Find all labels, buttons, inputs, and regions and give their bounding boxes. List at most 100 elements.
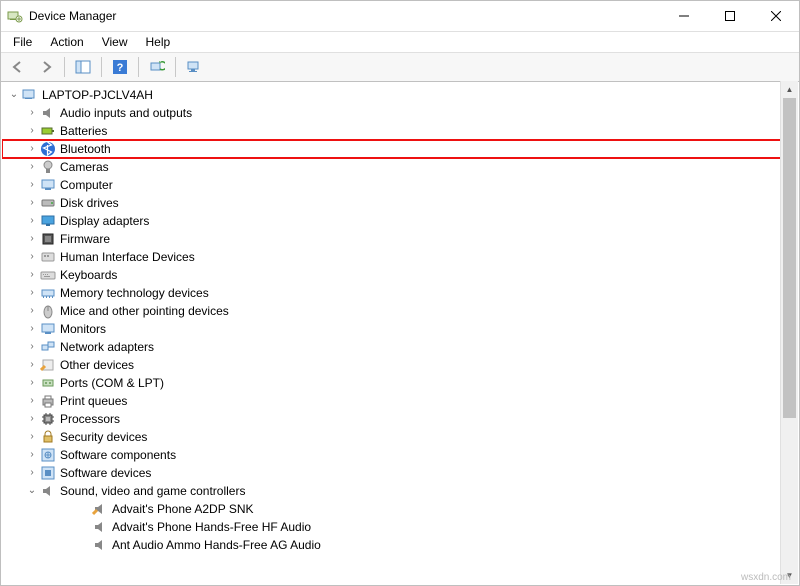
tree-item[interactable]: ›Network adapters bbox=[2, 338, 798, 356]
tree-item[interactable]: › Software devices bbox=[2, 464, 798, 482]
other-icon bbox=[40, 357, 56, 373]
tree-item[interactable]: › Cameras bbox=[2, 158, 798, 176]
tree-item[interactable]: › Print queues bbox=[2, 392, 798, 410]
tree-root-label: LAPTOP-PJCLV4AH bbox=[42, 86, 153, 104]
tree-item-label: Security devices bbox=[60, 428, 147, 446]
computer-root-icon bbox=[22, 87, 38, 103]
keyboard-icon bbox=[40, 267, 56, 283]
audio-device-icon bbox=[92, 519, 108, 535]
audio-device-icon bbox=[92, 501, 108, 517]
tree-item-label: Monitors bbox=[60, 320, 106, 338]
vertical-scrollbar[interactable]: ▲ ▼ bbox=[780, 81, 798, 584]
device-tree[interactable]: ⌄ LAPTOP-PJCLV4AH › Audio inputs and outp… bbox=[2, 82, 798, 584]
tree-item[interactable]: ›Disk drives bbox=[2, 194, 798, 212]
expand-icon[interactable]: › bbox=[26, 320, 38, 338]
tree-item[interactable]: › Bluetooth bbox=[2, 140, 798, 158]
expand-icon[interactable]: › bbox=[26, 428, 38, 446]
nav-forward-button[interactable] bbox=[33, 54, 59, 80]
menu-file[interactable]: File bbox=[5, 33, 40, 51]
tree-item[interactable]: › Audio inputs and outputs bbox=[2, 104, 798, 122]
tree-item-label: Cameras bbox=[60, 158, 109, 176]
toolbar-separator bbox=[101, 57, 102, 77]
sound-icon bbox=[40, 483, 56, 499]
tree-subitem[interactable]: Advait's Phone Hands-Free HF Audio bbox=[2, 518, 798, 536]
expand-icon[interactable]: › bbox=[26, 194, 38, 212]
tree-item[interactable]: ›Other devices bbox=[2, 356, 798, 374]
monitor-icon bbox=[40, 321, 56, 337]
tree-item[interactable]: ›Ports (COM & LPT) bbox=[2, 374, 798, 392]
tree-item[interactable]: ›Mice and other pointing devices bbox=[2, 302, 798, 320]
menu-view[interactable]: View bbox=[94, 33, 136, 51]
tree-subitem[interactable]: Advait's Phone A2DP SNK bbox=[2, 500, 798, 518]
network-icon bbox=[40, 339, 56, 355]
expand-icon[interactable]: › bbox=[26, 392, 38, 410]
scroll-track[interactable] bbox=[781, 98, 798, 567]
titlebar: Device Manager bbox=[1, 1, 799, 32]
collapse-icon[interactable]: ⌄ bbox=[26, 482, 38, 500]
device-tree-pane: ⌄ LAPTOP-PJCLV4AH › Audio inputs and outp… bbox=[2, 81, 798, 584]
close-button[interactable] bbox=[753, 1, 799, 31]
show-hide-tree-button[interactable] bbox=[70, 54, 96, 80]
tree-item-label: Bluetooth bbox=[60, 140, 111, 158]
scroll-thumb[interactable] bbox=[783, 98, 796, 418]
devices-and-printers-button[interactable] bbox=[181, 54, 207, 80]
nav-back-button[interactable] bbox=[5, 54, 31, 80]
audio-icon bbox=[40, 105, 56, 121]
expand-icon[interactable]: › bbox=[26, 104, 38, 122]
expand-icon[interactable]: › bbox=[26, 248, 38, 266]
camera-icon bbox=[40, 159, 56, 175]
tree-item[interactable]: ›Batteries bbox=[2, 122, 798, 140]
tree-item-label: Keyboards bbox=[60, 266, 117, 284]
expand-icon[interactable]: › bbox=[26, 446, 38, 464]
expand-icon[interactable]: › bbox=[26, 230, 38, 248]
tree-item[interactable]: ›Computer bbox=[2, 176, 798, 194]
tree-item-sound[interactable]: ⌄ Sound, video and game controllers bbox=[2, 482, 798, 500]
expand-icon[interactable]: › bbox=[26, 212, 38, 230]
tree-item-label: Sound, video and game controllers bbox=[60, 482, 245, 500]
minimize-button[interactable] bbox=[661, 1, 707, 31]
tree-item[interactable]: › Security devices bbox=[2, 428, 798, 446]
port-icon bbox=[40, 375, 56, 391]
collapse-icon[interactable]: ⌄ bbox=[8, 86, 20, 104]
expand-icon[interactable]: › bbox=[26, 158, 38, 176]
computer-icon bbox=[40, 177, 56, 193]
expand-icon[interactable]: › bbox=[26, 284, 38, 302]
scan-hardware-button[interactable] bbox=[144, 54, 170, 80]
tree-item[interactable]: ›Display adapters bbox=[2, 212, 798, 230]
toolbar-separator bbox=[175, 57, 176, 77]
expand-icon[interactable]: › bbox=[26, 176, 38, 194]
menu-help[interactable]: Help bbox=[138, 33, 179, 51]
menu-action[interactable]: Action bbox=[42, 33, 91, 51]
tree-item[interactable]: › Processors bbox=[2, 410, 798, 428]
tree-item-label: Print queues bbox=[60, 392, 127, 410]
expand-icon[interactable]: › bbox=[26, 338, 38, 356]
cpu-icon bbox=[40, 411, 56, 427]
expand-icon[interactable]: › bbox=[26, 140, 38, 158]
maximize-button[interactable] bbox=[707, 1, 753, 31]
tree-item-label: Processors bbox=[60, 410, 120, 428]
tree-item[interactable]: › Keyboards bbox=[2, 266, 798, 284]
tree-item-label: Audio inputs and outputs bbox=[60, 104, 192, 122]
expand-icon[interactable]: › bbox=[26, 122, 38, 140]
audio-device-icon bbox=[92, 537, 108, 553]
tree-item[interactable]: ›Memory technology devices bbox=[2, 284, 798, 302]
watermark: wsxdn.com bbox=[741, 572, 791, 583]
expand-icon[interactable]: › bbox=[26, 374, 38, 392]
help-button[interactable]: ? bbox=[107, 54, 133, 80]
tree-item[interactable]: ›Firmware bbox=[2, 230, 798, 248]
tree-item[interactable]: › Monitors bbox=[2, 320, 798, 338]
tree-root[interactable]: ⌄ LAPTOP-PJCLV4AH bbox=[2, 86, 798, 104]
expand-icon[interactable]: › bbox=[26, 356, 38, 374]
expand-icon[interactable]: › bbox=[26, 302, 38, 320]
expand-icon[interactable]: › bbox=[26, 266, 38, 284]
tree-item-label: Software components bbox=[60, 446, 176, 464]
tree-subitem[interactable]: Ant Audio Ammo Hands-Free AG Audio bbox=[2, 536, 798, 554]
hid-icon bbox=[40, 249, 56, 265]
tree-item[interactable]: ›Human Interface Devices bbox=[2, 248, 798, 266]
expand-icon[interactable]: › bbox=[26, 410, 38, 428]
tree-item-label: Software devices bbox=[60, 464, 151, 482]
menubar: File Action View Help bbox=[1, 32, 799, 52]
tree-item[interactable]: › Software components bbox=[2, 446, 798, 464]
scroll-up-button[interactable]: ▲ bbox=[781, 81, 798, 98]
expand-icon[interactable]: › bbox=[26, 464, 38, 482]
